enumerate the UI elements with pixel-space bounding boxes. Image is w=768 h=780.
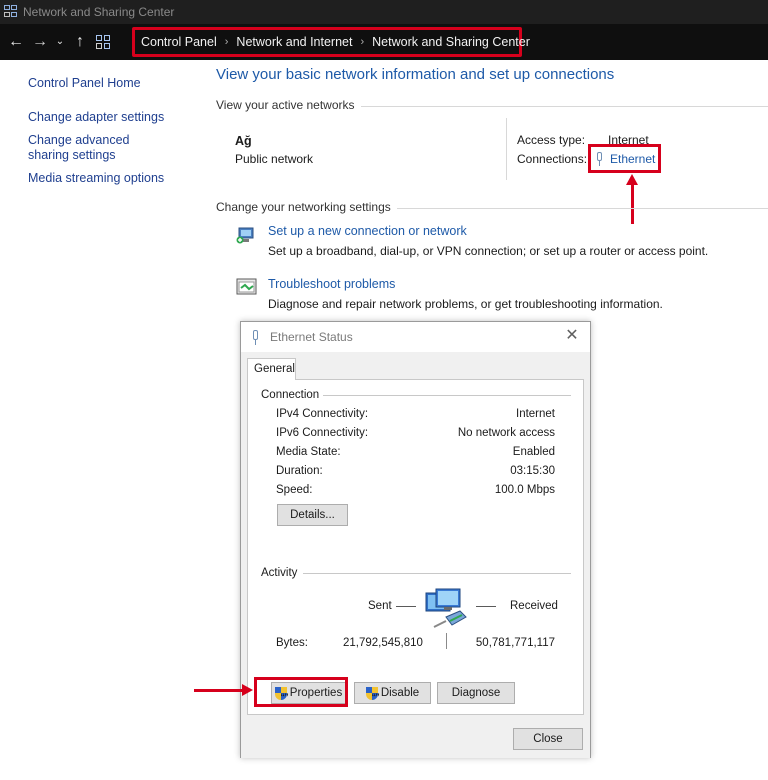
tab-panel-general: Connection IPv4 Connectivity: Internet I… [247, 379, 584, 715]
active-networks-heading: View your active networks [216, 98, 361, 112]
breadcrumb-control-panel[interactable]: Control Panel [141, 35, 217, 49]
window-title: Network and Sharing Center [23, 5, 175, 19]
group-divider [308, 395, 571, 396]
breadcrumb-separator-icon[interactable]: › [360, 36, 364, 48]
duration-value: 03:15:30 [510, 465, 555, 477]
breadcrumb-separator-icon[interactable]: › [225, 36, 229, 48]
page-title: View your basic network information and … [216, 66, 615, 83]
ethernet-link-label[interactable]: Ethernet [610, 152, 655, 166]
chevron-down-icon[interactable]: ⌄ [52, 24, 68, 60]
sent-label: Sent [368, 600, 392, 612]
details-button[interactable]: Details... [277, 504, 348, 526]
speed-value: 100.0 Mbps [494, 484, 555, 496]
network-activity-icon [424, 587, 470, 633]
ipv4-connectivity-value: Internet [516, 408, 555, 420]
breadcrumb-network-and-sharing-center[interactable]: Network and Sharing Center [372, 35, 530, 49]
sidebar-item-change-advanced-sharing[interactable]: Change advanced sharing settings [28, 133, 168, 163]
ipv4-connectivity-label: IPv4 Connectivity: [276, 408, 369, 420]
sidebar: Control Panel Home Change adapter settin… [28, 76, 203, 194]
connection-group-label: Connection [261, 389, 324, 401]
group-divider [303, 573, 571, 574]
disable-button-label: Disable [380, 687, 420, 699]
media-state-value: Enabled [512, 446, 555, 458]
network-name: Ağ [235, 134, 252, 148]
address-bar: ← → ⌄ ↑ Control Panel › Network and Inte… [0, 24, 768, 60]
troubleshoot-link[interactable]: Troubleshoot problems [268, 277, 395, 291]
ethernet-connection-link[interactable]: Ethernet [588, 144, 661, 173]
media-state-label: Media State: [276, 446, 341, 458]
close-icon[interactable]: ✕ [563, 327, 581, 345]
disable-button[interactable]: Disable [354, 682, 431, 704]
troubleshoot-description: Diagnose and repair network problems, or… [268, 297, 663, 311]
network-center-icon [96, 34, 112, 50]
setup-connection-link[interactable]: Set up a new connection or network [268, 224, 467, 238]
duration-label: Duration: [276, 465, 323, 477]
bytes-received-value: 50,781,771,117 [475, 637, 555, 649]
network-category: Public network [235, 152, 314, 166]
ipv6-connectivity-label: IPv6 Connectivity: [276, 427, 369, 439]
received-line [476, 606, 496, 607]
ethernet-plug-icon [595, 151, 604, 166]
access-type-label: Access type: [517, 133, 586, 147]
forward-arrow-icon[interactable]: → [28, 24, 52, 60]
troubleshoot-icon [236, 277, 258, 297]
properties-highlight [254, 677, 348, 707]
window-titlebar: Network and Sharing Center [0, 0, 768, 24]
speed-label: Speed: [276, 484, 313, 496]
sent-line [396, 606, 416, 607]
bytes-divider [446, 633, 447, 649]
setup-connection-description: Set up a broadband, dial-up, or VPN conn… [268, 244, 709, 258]
diagnose-button[interactable]: Diagnose [437, 682, 515, 704]
annotation-arrow-up [626, 174, 638, 224]
change-settings-heading: Change your networking settings [216, 200, 397, 214]
activity-group-label: Activity [261, 567, 302, 579]
close-button[interactable]: Close [513, 728, 583, 750]
ipv6-connectivity-value: No network access [457, 427, 555, 439]
breadcrumb-network-and-internet[interactable]: Network and Internet [236, 35, 352, 49]
network-divider [506, 118, 507, 180]
sidebar-item-control-panel-home[interactable]: Control Panel Home [28, 76, 203, 91]
dialog-titlebar: Ethernet Status [241, 322, 590, 352]
annotation-arrow-right [194, 684, 253, 696]
bytes-label: Bytes: [276, 637, 308, 649]
new-connection-icon [236, 224, 258, 244]
tab-general[interactable]: General [247, 358, 296, 380]
bytes-sent-value: 21,792,545,810 [343, 637, 423, 649]
connections-label: Connections: [517, 152, 588, 166]
up-arrow-icon[interactable]: ↑ [68, 24, 92, 60]
uac-shield-icon [365, 686, 378, 700]
back-arrow-icon[interactable]: ← [4, 24, 28, 60]
sidebar-item-change-adapter-settings[interactable]: Change adapter settings [28, 110, 203, 125]
received-label: Received [510, 600, 558, 612]
breadcrumb: Control Panel › Network and Internet › N… [132, 27, 530, 57]
sidebar-item-media-streaming[interactable]: Media streaming options [28, 171, 203, 186]
ethernet-plug-icon [251, 329, 260, 345]
network-center-icon [4, 5, 18, 19]
dialog-title: Ethernet Status [270, 330, 353, 344]
